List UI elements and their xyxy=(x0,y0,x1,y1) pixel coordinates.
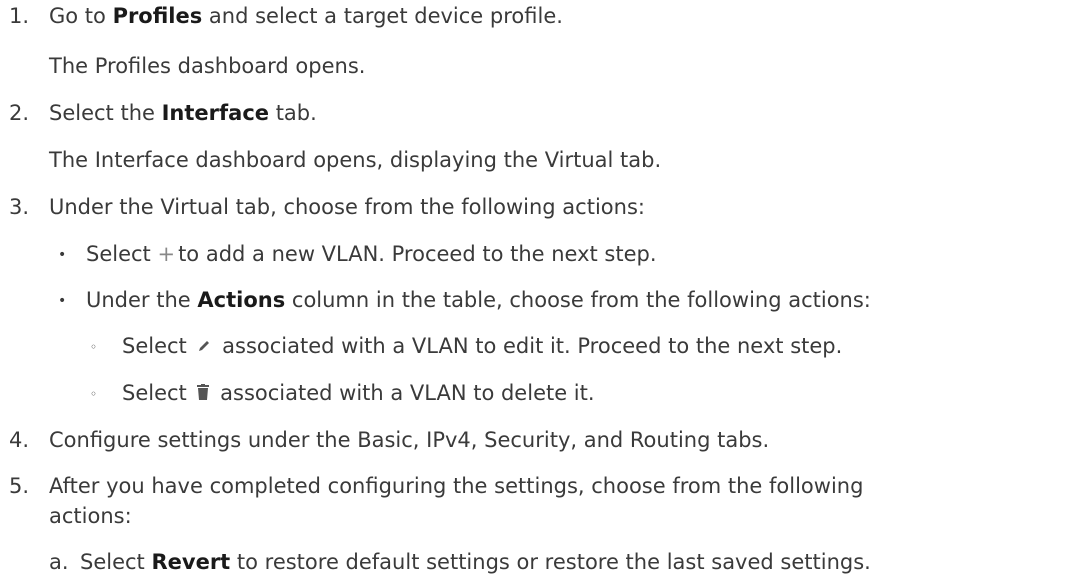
step-text: After you have completed configuring the… xyxy=(49,474,864,498)
step-2-result: The Interface dashboard opens, displayin… xyxy=(49,148,662,172)
bullet-dot: • xyxy=(58,293,67,309)
step-text: Go to xyxy=(49,4,113,28)
alpha-letter: a. xyxy=(49,550,69,574)
step-number: 2. xyxy=(9,101,30,125)
bullet-text: Under the xyxy=(86,288,198,312)
step-text: and select a target device profile. xyxy=(202,4,563,28)
bullet-item: • Select + to add a new VLAN. Proceed to … xyxy=(58,244,657,265)
sub-bullet-text: associated with a VLAN to delete it. xyxy=(213,381,595,405)
sub-bullet-item: ◦ Select associated with a VLAN to delet… xyxy=(90,383,595,404)
sub-bullet-text: Select xyxy=(122,334,194,358)
sub-bullet-circle: ◦ xyxy=(90,340,98,354)
sub-bullet-item: ◦ Select associated with a VLAN to edit … xyxy=(90,336,842,357)
alpha-text: to restore default settings or restore t… xyxy=(230,550,871,574)
bullet-text: to add a new VLAN. Proceed to the next s… xyxy=(178,242,657,266)
step-5-continued: actions: xyxy=(49,504,132,528)
sub-bullet-text: associated with a VLAN to edit it. Proce… xyxy=(215,334,843,358)
step-number: 3. xyxy=(9,195,30,219)
step-text: Under the Virtual tab, choose from the f… xyxy=(49,195,645,219)
step-1-result: The Profiles dashboard opens. xyxy=(49,54,366,78)
trash-icon xyxy=(197,383,210,404)
ui-term-profiles: Profiles xyxy=(112,4,203,28)
ui-term-interface: Interface xyxy=(161,101,270,125)
step-number: 1. xyxy=(9,4,30,28)
step-number: 4. xyxy=(9,428,30,452)
alpha-text: Select xyxy=(80,550,152,574)
bullet-dot: • xyxy=(58,247,67,263)
bullet-text: column in the table, choose from the fol… xyxy=(285,288,871,312)
sub-bullet-circle: ◦ xyxy=(90,387,98,401)
step-text: Select the xyxy=(49,101,162,125)
step-number: 5. xyxy=(9,474,30,498)
step-text: tab. xyxy=(269,101,317,125)
bullet-text: Select xyxy=(86,242,158,266)
ui-term-actions: Actions xyxy=(197,288,286,312)
plus-icon: + xyxy=(157,242,176,266)
bullet-item: • Under the Actions column in the table,… xyxy=(58,290,871,311)
ui-term-revert: Revert xyxy=(151,550,231,574)
sub-bullet-text: Select xyxy=(122,381,194,405)
pencil-icon xyxy=(197,336,211,357)
step-text: Configure settings under the Basic, IPv4… xyxy=(49,428,770,452)
